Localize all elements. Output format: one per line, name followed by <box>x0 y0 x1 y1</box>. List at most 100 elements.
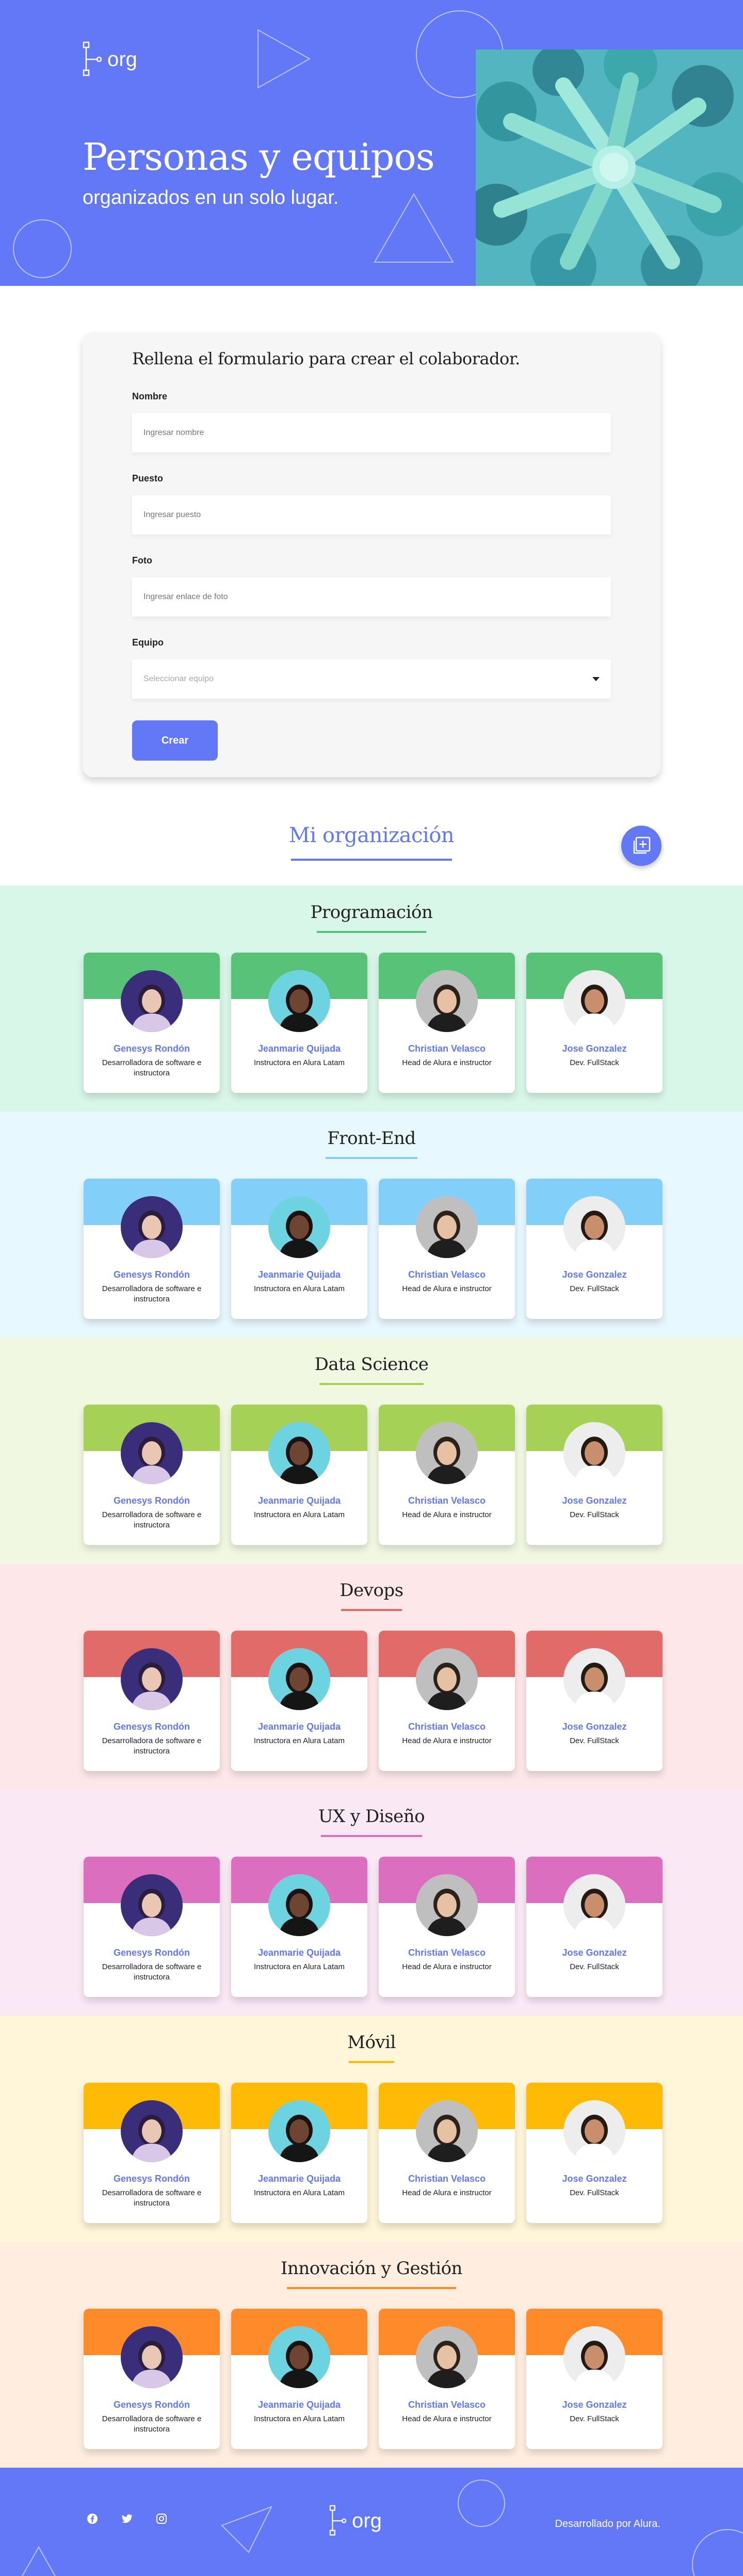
collaborator-role: Desarrolladora de software e instructora <box>102 1284 202 1304</box>
avatar <box>268 2100 330 2162</box>
collaborator-name: Jose Gonzalez <box>562 2174 627 2184</box>
collaborator-card: Christian Velasco Head de Alura e instruc… <box>379 2083 515 2223</box>
foto-label: Foto <box>132 555 152 566</box>
collaborator-role: Instructora en Alura Latam <box>254 1284 345 1293</box>
avatar <box>268 1422 330 1484</box>
team-title-underline <box>326 1157 417 1159</box>
team-title-underline <box>349 2061 394 2063</box>
collaborator-role: Head de Alura e instructor <box>402 1962 492 1971</box>
avatar <box>121 2100 183 2162</box>
collaborator-card: Genesys Rondón Desarrolladora de software… <box>84 1631 220 1771</box>
avatar <box>563 2326 625 2388</box>
collaborator-name: Jose Gonzalez <box>562 2400 627 2410</box>
team-section: Programación Genesys Rondón Desarrolladora… <box>0 886 743 1112</box>
collaborator-name: Genesys Rondón <box>113 1269 190 1280</box>
avatar <box>563 970 625 1032</box>
team-section: Data Science Genesys Rondón Desarrolladora… <box>0 1338 743 1564</box>
collaborator-name: Christian Velasco <box>408 1269 486 1280</box>
avatar <box>416 2100 478 2162</box>
collaborator-role: Dev. FullStack <box>570 1284 619 1293</box>
avatar <box>121 1648 183 1710</box>
instagram-icon[interactable] <box>156 2513 167 2524</box>
collaborator-name: Genesys Rondón <box>113 2400 190 2410</box>
toggle-form-button[interactable] <box>621 826 661 866</box>
puesto-input[interactable] <box>132 495 611 535</box>
collaborator-role: Head de Alura e instructor <box>402 2188 492 2197</box>
avatar <box>121 2326 183 2388</box>
collaborator-name: Jeanmarie Quijada <box>257 1269 341 1280</box>
collaborator-role: Instructora en Alura Latam <box>254 1962 345 1971</box>
team-title-underline <box>287 2287 456 2289</box>
nombre-input[interactable] <box>132 413 611 453</box>
team-title: Front-End <box>327 1128 416 1149</box>
collaborator-name: Christian Velasco <box>408 1721 486 1732</box>
team-title-underline <box>341 1609 402 1611</box>
avatar <box>121 1196 183 1258</box>
equipo-label: Equipo <box>132 637 164 648</box>
collaborator-card: Jose Gonzalez Dev. FullStack <box>526 2083 663 2223</box>
hero-banner: org Personas y equipos organizados en un… <box>0 0 743 286</box>
collaborator-role: Dev. FullStack <box>570 1962 619 1971</box>
avatar <box>416 1422 478 1484</box>
social-links <box>87 2513 167 2524</box>
collaborator-card: Christian Velasco Head de Alura e instruc… <box>379 953 515 1093</box>
organization-title-underline <box>291 859 452 861</box>
collaborator-name: Christian Velasco <box>408 1043 486 1054</box>
nombre-field: Nombre <box>132 391 611 453</box>
team-section: Front-End Genesys Rondón Desarrolladora de… <box>0 1112 743 1338</box>
collaborator-role: Dev. FullStack <box>570 2188 619 2197</box>
foto-input[interactable] <box>132 577 611 617</box>
circle-outline-small-decoration <box>13 219 72 278</box>
collaborator-role: Instructora en Alura Latam <box>254 1736 345 1745</box>
org-logo: org <box>83 41 137 77</box>
team-members: Genesys Rondón Desarrolladora de software… <box>84 1179 663 1319</box>
avatar <box>416 970 478 1032</box>
triangle-outline-decoration <box>257 29 311 89</box>
avatar <box>416 2326 478 2388</box>
collaborator-role: Dev. FullStack <box>570 1058 619 1067</box>
collaborator-name: Jeanmarie Quijada <box>257 1947 341 1958</box>
collaborator-card: Jeanmarie Quijada Instructora en Alura La… <box>231 2083 367 2223</box>
collaborator-role: Head de Alura e instructor <box>402 1284 492 1293</box>
avatar <box>268 970 330 1032</box>
team-members: Genesys Rondón Desarrolladora de software… <box>84 1857 663 1997</box>
collaborator-name: Genesys Rondón <box>113 1043 190 1054</box>
chevron-down-icon <box>592 677 600 681</box>
avatar <box>121 1874 183 1936</box>
avatar <box>268 2326 330 2388</box>
collaborator-role: Dev. FullStack <box>570 1736 619 1745</box>
collaborator-role: Desarrolladora de software e instructora <box>102 1736 202 1756</box>
twitter-icon[interactable] <box>121 2513 133 2524</box>
avatar <box>121 1422 183 1484</box>
team-members: Genesys Rondón Desarrolladora de software… <box>84 953 663 1093</box>
collaborator-card: Genesys Rondón Desarrolladora de software… <box>84 2309 220 2449</box>
collaborator-name: Christian Velasco <box>408 1495 486 1506</box>
collaborator-card: Jeanmarie Quijada Instructora en Alura La… <box>231 1179 367 1319</box>
collaborator-card: Christian Velasco Head de Alura e instruc… <box>379 1179 515 1319</box>
collaborator-role: Dev. FullStack <box>570 2414 619 2423</box>
team-section: Devops Genesys Rondón Desarrolladora de so… <box>0 1564 743 1790</box>
collaborator-role: Desarrolladora de software e instructora <box>102 1510 202 1530</box>
collaborator-name: Jose Gonzalez <box>562 1043 627 1054</box>
avatar <box>416 1874 478 1936</box>
footer-logo-text: org <box>352 2509 382 2532</box>
avatar <box>563 2100 625 2162</box>
equipo-select-placeholder: Seleccionar equipo <box>143 674 214 683</box>
team-title: Data Science <box>314 1354 429 1375</box>
collaborator-card: Jeanmarie Quijada Instructora en Alura La… <box>231 2309 367 2449</box>
avatar <box>416 1196 478 1258</box>
circle-outline-decoration <box>458 2480 505 2527</box>
equipo-select[interactable]: Seleccionar equipo <box>132 659 611 699</box>
team-title: Móvil <box>347 2032 396 2053</box>
facebook-icon[interactable] <box>87 2513 98 2524</box>
collaborator-card: Jose Gonzalez Dev. FullStack <box>526 2309 663 2449</box>
footer-credits: Desarrollado por Alura. <box>555 2518 660 2530</box>
collaborator-card: Jeanmarie Quijada Instructora en Alura La… <box>231 1405 367 1545</box>
equipo-field: Equipo Seleccionar equipo <box>132 637 611 699</box>
collaborator-role: Head de Alura e instructor <box>402 1736 492 1745</box>
collaborator-name: Jeanmarie Quijada <box>257 1043 341 1054</box>
create-button[interactable]: Crear <box>132 720 218 761</box>
collaborator-role: Dev. FullStack <box>570 1510 619 1519</box>
nombre-label: Nombre <box>132 391 168 401</box>
collaborator-card: Christian Velasco Head de Alura e instruc… <box>379 2309 515 2449</box>
